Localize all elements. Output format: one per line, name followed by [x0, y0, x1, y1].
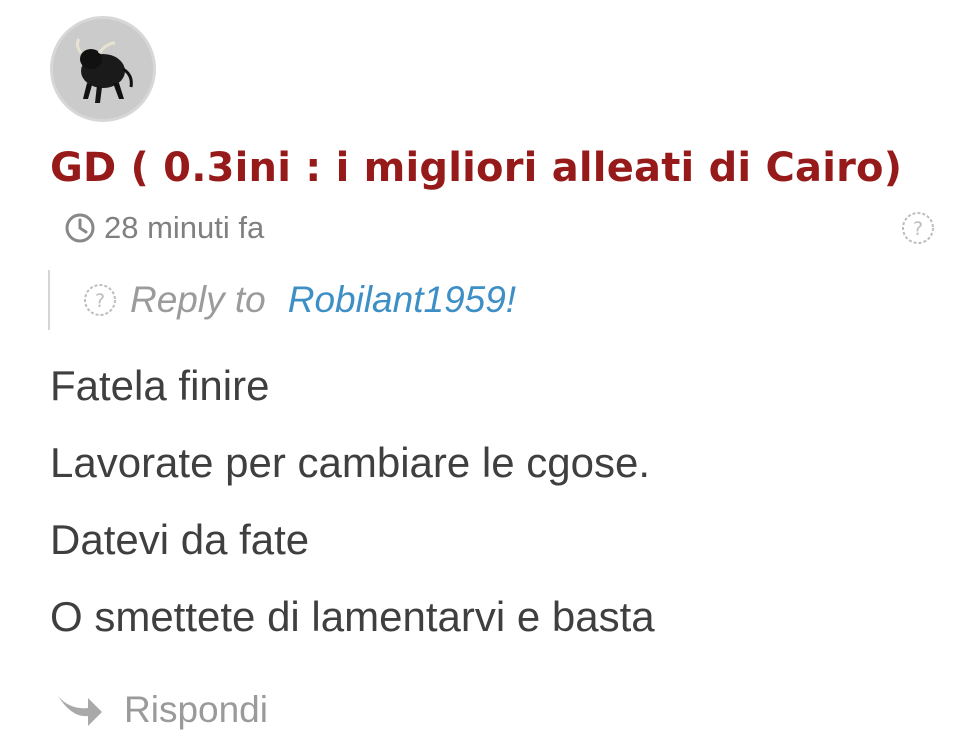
- question-circle-icon: ?: [84, 284, 116, 316]
- reply-button[interactable]: Rispondi: [56, 686, 268, 734]
- comment-line: Fatela finire: [50, 362, 270, 409]
- comment-body: Fatela finire Lavorate per cambiare le c…: [50, 356, 655, 664]
- help-button[interactable]: ?: [900, 210, 936, 251]
- reply-to-quote: ? Reply to Robilant1959!: [48, 270, 516, 330]
- comment-time: 28 minuti fa: [104, 210, 265, 245]
- comment-line: Datevi da fate: [50, 516, 310, 563]
- bull-avatar-image: [53, 19, 153, 119]
- comment-line: Lavorate per cambiare le cgose.: [50, 439, 650, 486]
- question-circle-icon: ?: [902, 212, 934, 244]
- user-avatar[interactable]: [50, 16, 156, 122]
- reply-arrow-icon: [58, 696, 102, 726]
- comment-author[interactable]: GD ( 0.3ini : i migliori alleati di Cair…: [50, 140, 902, 196]
- svg-text:?: ?: [95, 290, 105, 312]
- reply-to-label: Reply to: [130, 279, 266, 320]
- clock-icon: [65, 213, 95, 243]
- comment-meta: 28 minuti fa: [64, 208, 264, 248]
- reply-to-user-link[interactable]: Robilant1959!: [288, 279, 516, 321]
- svg-text:?: ?: [913, 218, 923, 240]
- reply-button-label: Rispondi: [124, 689, 268, 730]
- comment-line: O smettete di lamentarvi e basta: [50, 593, 655, 640]
